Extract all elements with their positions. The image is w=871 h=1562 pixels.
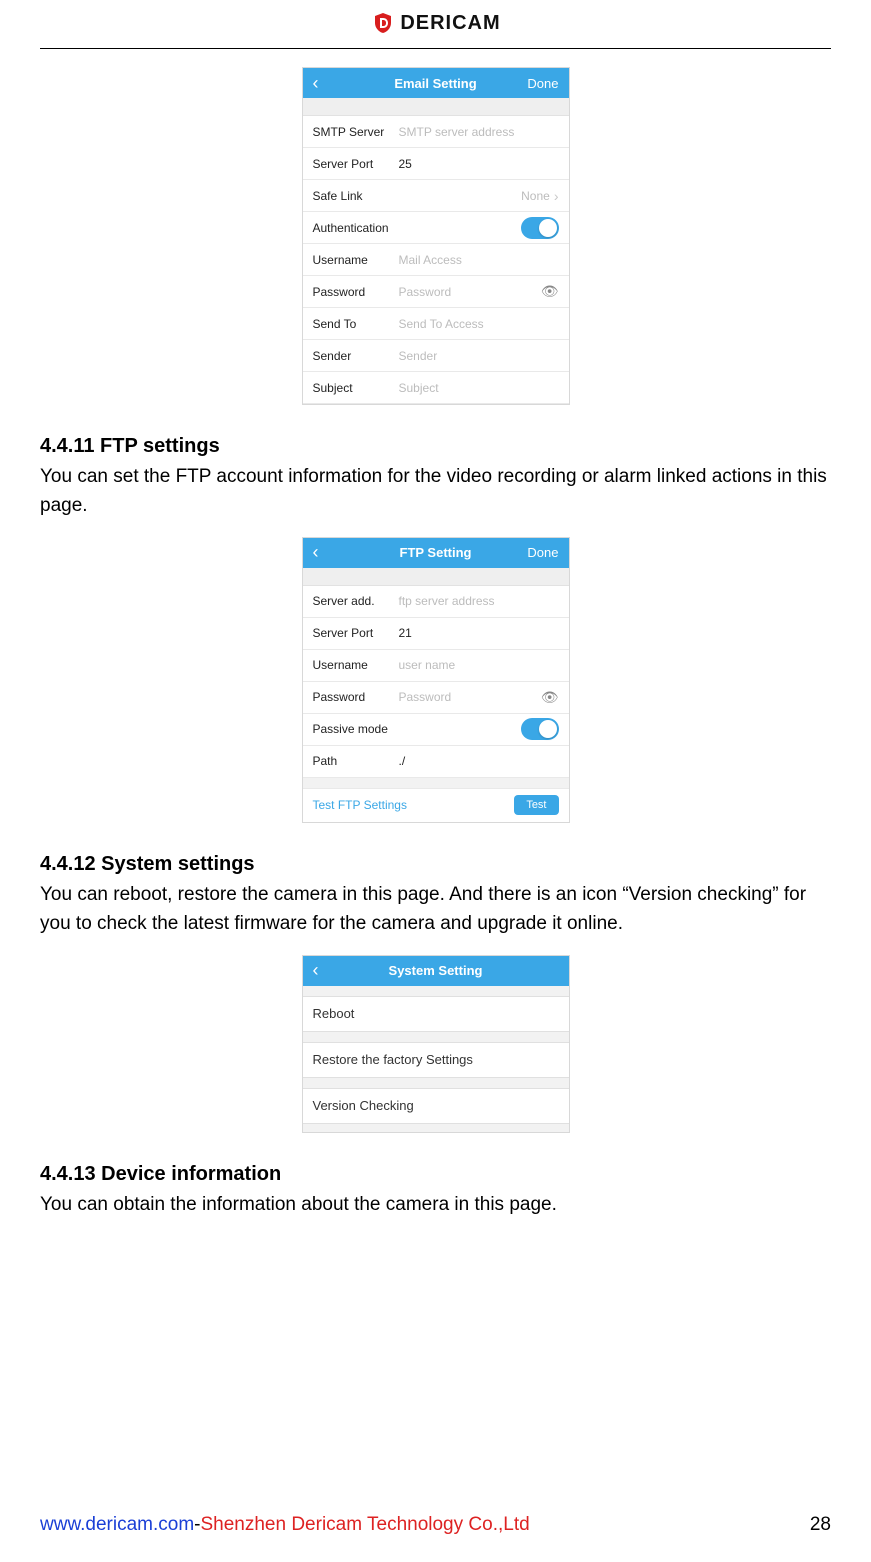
- sender-placeholder: Sender: [399, 349, 559, 363]
- ftp-setting-screenshot: ‹ FTP Setting Done Server add. ftp serve…: [302, 537, 570, 823]
- system-setting-screenshot: ‹ System Setting Reboot Restore the fact…: [302, 955, 570, 1133]
- device-info-heading: 4.4.13 Device information: [40, 1163, 831, 1186]
- back-icon[interactable]: ‹: [313, 960, 319, 981]
- done-button[interactable]: Done: [527, 76, 558, 91]
- shield-d-icon: [370, 10, 396, 36]
- username-label: Username: [313, 253, 399, 267]
- sender-row[interactable]: Sender Sender: [303, 340, 569, 372]
- safe-link-value: None: [521, 189, 550, 203]
- ftp-server-label: Server add.: [313, 594, 399, 608]
- server-port-row[interactable]: Server Port 25: [303, 148, 569, 180]
- done-button[interactable]: Done: [527, 545, 558, 560]
- system-body: You can reboot, restore the camera in th…: [40, 880, 831, 939]
- system-titlebar: ‹ System Setting: [303, 956, 569, 986]
- page-footer: www.dericam.com-Shenzhen Dericam Technol…: [40, 1514, 831, 1536]
- ftp-username-label: Username: [313, 658, 399, 672]
- username-row[interactable]: Username Mail Access: [303, 244, 569, 276]
- authentication-toggle[interactable]: [521, 217, 559, 239]
- system-heading: 4.4.12 System settings: [40, 853, 831, 876]
- server-port-label: Server Port: [313, 157, 399, 171]
- ftp-test-row: Test FTP Settings Test: [303, 788, 569, 822]
- safe-link-row[interactable]: Safe Link None ›: [303, 180, 569, 212]
- ftp-password-row[interactable]: Password Password 👁: [303, 682, 569, 714]
- back-icon[interactable]: ‹: [313, 542, 319, 563]
- ftp-username-row[interactable]: Username user name: [303, 650, 569, 682]
- ftp-test-label: Test FTP Settings: [313, 798, 407, 812]
- ftp-passive-label: Passive mode: [313, 722, 413, 736]
- back-icon[interactable]: ‹: [313, 73, 319, 94]
- safe-link-label: Safe Link: [313, 189, 399, 203]
- version-row[interactable]: Version Checking: [303, 1088, 569, 1124]
- ftp-server-placeholder: ftp server address: [399, 594, 559, 608]
- ftp-path-value: ./: [399, 754, 559, 768]
- brand-name: DERICAM: [400, 12, 500, 35]
- ftp-path-row[interactable]: Path ./: [303, 746, 569, 778]
- version-label: Version Checking: [313, 1098, 414, 1113]
- ftp-test-button[interactable]: Test: [514, 795, 558, 815]
- ftp-port-value: 21: [399, 626, 559, 640]
- ftp-port-row[interactable]: Server Port 21: [303, 618, 569, 650]
- footer-company: Shenzhen Dericam Technology Co.,Ltd: [200, 1514, 529, 1536]
- password-row[interactable]: Password Password 👁: [303, 276, 569, 308]
- page-number: 28: [810, 1514, 831, 1536]
- device-info-body: You can obtain the information about the…: [40, 1190, 831, 1219]
- eye-icon[interactable]: 👁: [541, 283, 559, 300]
- ftp-password-label: Password: [313, 690, 399, 704]
- ftp-port-label: Server Port: [313, 626, 399, 640]
- email-setting-screenshot: ‹ Email Setting Done SMTP Server SMTP se…: [302, 67, 570, 405]
- spacer: [303, 568, 569, 586]
- footer-url: www.dericam.com: [40, 1514, 194, 1536]
- passive-toggle[interactable]: [521, 718, 559, 740]
- ftp-heading: 4.4.11 FTP settings: [40, 435, 831, 458]
- ftp-username-placeholder: user name: [399, 658, 559, 672]
- authentication-label: Authentication: [313, 221, 399, 235]
- email-titlebar: ‹ Email Setting Done: [303, 68, 569, 98]
- reboot-row[interactable]: Reboot: [303, 996, 569, 1032]
- subject-row[interactable]: Subject Subject: [303, 372, 569, 404]
- ftp-titlebar: ‹ FTP Setting Done: [303, 538, 569, 568]
- password-placeholder: Password: [399, 285, 541, 299]
- server-port-value: 25: [399, 157, 559, 171]
- smtp-server-row[interactable]: SMTP Server SMTP server address: [303, 116, 569, 148]
- ftp-server-row[interactable]: Server add. ftp server address: [303, 586, 569, 618]
- restore-label: Restore the factory Settings: [313, 1052, 473, 1067]
- page-header: DERICAM: [40, 10, 831, 49]
- smtp-server-placeholder: SMTP server address: [399, 125, 559, 139]
- reboot-label: Reboot: [313, 1006, 355, 1021]
- password-label: Password: [313, 285, 399, 299]
- subject-placeholder: Subject: [399, 381, 559, 395]
- ftp-body: You can set the FTP account information …: [40, 462, 831, 521]
- username-placeholder: Mail Access: [399, 253, 559, 267]
- ftp-path-label: Path: [313, 754, 399, 768]
- subject-label: Subject: [313, 381, 399, 395]
- ftp-password-placeholder: Password: [399, 690, 541, 704]
- brand-logo: DERICAM: [370, 10, 500, 36]
- smtp-server-label: SMTP Server: [313, 125, 399, 139]
- restore-row[interactable]: Restore the factory Settings: [303, 1042, 569, 1078]
- system-title: System Setting: [303, 963, 569, 978]
- send-to-row[interactable]: Send To Send To Access: [303, 308, 569, 340]
- spacer: [303, 98, 569, 116]
- ftp-passive-row[interactable]: Passive mode: [303, 714, 569, 746]
- eye-icon[interactable]: 👁: [541, 689, 559, 706]
- send-to-label: Send To: [313, 317, 399, 331]
- chevron-right-icon: ›: [554, 188, 559, 204]
- authentication-row[interactable]: Authentication: [303, 212, 569, 244]
- send-to-placeholder: Send To Access: [399, 317, 559, 331]
- sender-label: Sender: [313, 349, 399, 363]
